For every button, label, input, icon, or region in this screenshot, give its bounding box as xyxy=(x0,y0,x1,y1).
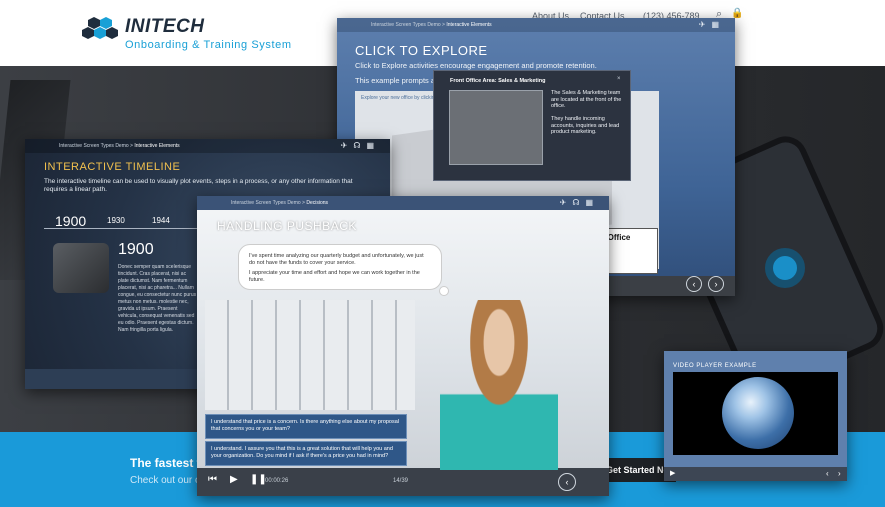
office-background-image xyxy=(205,300,415,410)
timeline-description: The interactive timeline can be used to … xyxy=(44,178,353,193)
close-icon[interactable]: × xyxy=(617,76,621,82)
response-option-1[interactable]: I understand that price is a concern. Is… xyxy=(205,414,407,439)
video-title: VIDEO PLAYER EXAMPLE xyxy=(673,363,757,369)
popup-office-image xyxy=(449,90,543,165)
grid-menu-icon[interactable]: ▦ xyxy=(585,198,599,207)
breadcrumb-root[interactable]: Interactive Screen Types Demo xyxy=(231,200,301,206)
popup-text-2: They handle incoming accounts, inquiries… xyxy=(551,116,620,135)
chevron-left-icon[interactable]: ‹ xyxy=(826,469,829,478)
breadcrumb-current: Interactive Elements xyxy=(446,22,492,28)
hero-title: The fastest w xyxy=(130,456,207,470)
office-map-label: Explore your new office by clicking xyxy=(361,95,438,101)
breadcrumb-root[interactable]: Interactive Screen Types Demo xyxy=(371,22,441,28)
timeline-selected-year: 1900 xyxy=(118,241,154,258)
breadcrumb-current: Decisions xyxy=(306,200,329,206)
back-button[interactable]: ‹ xyxy=(558,473,576,491)
grid-menu-icon[interactable]: ▦ xyxy=(366,141,380,150)
play-icon[interactable]: ▶ xyxy=(670,469,675,477)
earth-globe-image xyxy=(722,377,794,449)
back-button[interactable]: ‹ xyxy=(686,276,702,292)
headphones-icon[interactable]: ☊ xyxy=(353,141,366,150)
explore-description: Click to Explore activities encourage en… xyxy=(355,61,597,70)
page-counter: 14/39 xyxy=(393,478,409,484)
brand-subtitle: Onboarding & Training System xyxy=(125,39,292,51)
brand-logo-icon xyxy=(82,17,118,39)
timeline-title: INTERACTIVE TIMELINE xyxy=(44,161,181,173)
playback-time: 00:00:26 xyxy=(265,478,289,484)
popup-text-1: The Sales & Marketing team are located a… xyxy=(551,90,622,109)
speech-line-2: I appreciate your time and effort and ho… xyxy=(249,270,420,283)
headphones-icon[interactable]: ☊ xyxy=(572,198,585,207)
timeline-year-1930[interactable]: 1930 xyxy=(107,216,125,225)
chevron-left-icon: ‹ xyxy=(565,477,569,487)
hero-subtitle: Check out our op xyxy=(130,475,207,486)
explore-example-text: This example prompts a xyxy=(355,76,436,85)
speech-bubble-tail xyxy=(439,286,449,296)
chevron-right-icon[interactable]: › xyxy=(838,469,841,478)
video-controls xyxy=(664,467,847,481)
speech-line-1: I've spent time analyzing our quarterly … xyxy=(249,253,424,266)
phone-logo-icon xyxy=(765,248,805,288)
chevron-left-icon: ‹ xyxy=(692,279,696,289)
airplane-icon[interactable]: ✈ xyxy=(699,20,712,29)
pushback-breadcrumb: Interactive Screen Types Demo > Decision… xyxy=(197,196,609,210)
explore-breadcrumb: Interactive Screen Types Demo > Interact… xyxy=(337,18,735,32)
play-icon[interactable]: ▶ xyxy=(230,474,238,485)
explore-title: CLICK TO EXPLORE xyxy=(355,43,488,58)
brand-name: INITECH xyxy=(125,16,205,37)
timeline-body-text: Donec semper quam scelerisque tincidunt.… xyxy=(118,264,197,333)
timeline-year-1944[interactable]: 1944 xyxy=(152,216,170,225)
window-toolbar: ✈☊▦ xyxy=(341,141,380,150)
grid-menu-icon[interactable]: ▦ xyxy=(711,20,725,29)
next-button[interactable]: › xyxy=(708,276,724,292)
woman-character-image xyxy=(440,300,558,470)
timeline-year-1900[interactable]: 1900 xyxy=(55,213,86,229)
popup-title: Front Office Area: Sales & Marketing xyxy=(450,78,546,84)
breadcrumb-root[interactable]: Interactive Screen Types Demo xyxy=(59,143,129,149)
airplane-icon[interactable]: ✈ xyxy=(341,141,354,150)
speech-bubble: I've spent time analyzing our quarterly … xyxy=(238,244,442,290)
vintage-camera-image xyxy=(53,243,109,293)
response-option-2[interactable]: I understand. I assure you that this is … xyxy=(205,441,407,466)
window-toolbar: ✈☊▦ xyxy=(560,198,599,207)
rewind-icon[interactable]: ⏮ xyxy=(208,474,217,485)
window-toolbar: ✈▦ xyxy=(699,20,725,29)
timeline-breadcrumb: Interactive Screen Types Demo > Interact… xyxy=(25,139,390,153)
airplane-icon[interactable]: ✈ xyxy=(560,198,573,207)
pushback-title: HANDLING PUSHBACK xyxy=(217,219,357,233)
breadcrumb-current: Interactive Elements xyxy=(134,143,180,149)
chevron-right-icon: › xyxy=(714,279,718,289)
